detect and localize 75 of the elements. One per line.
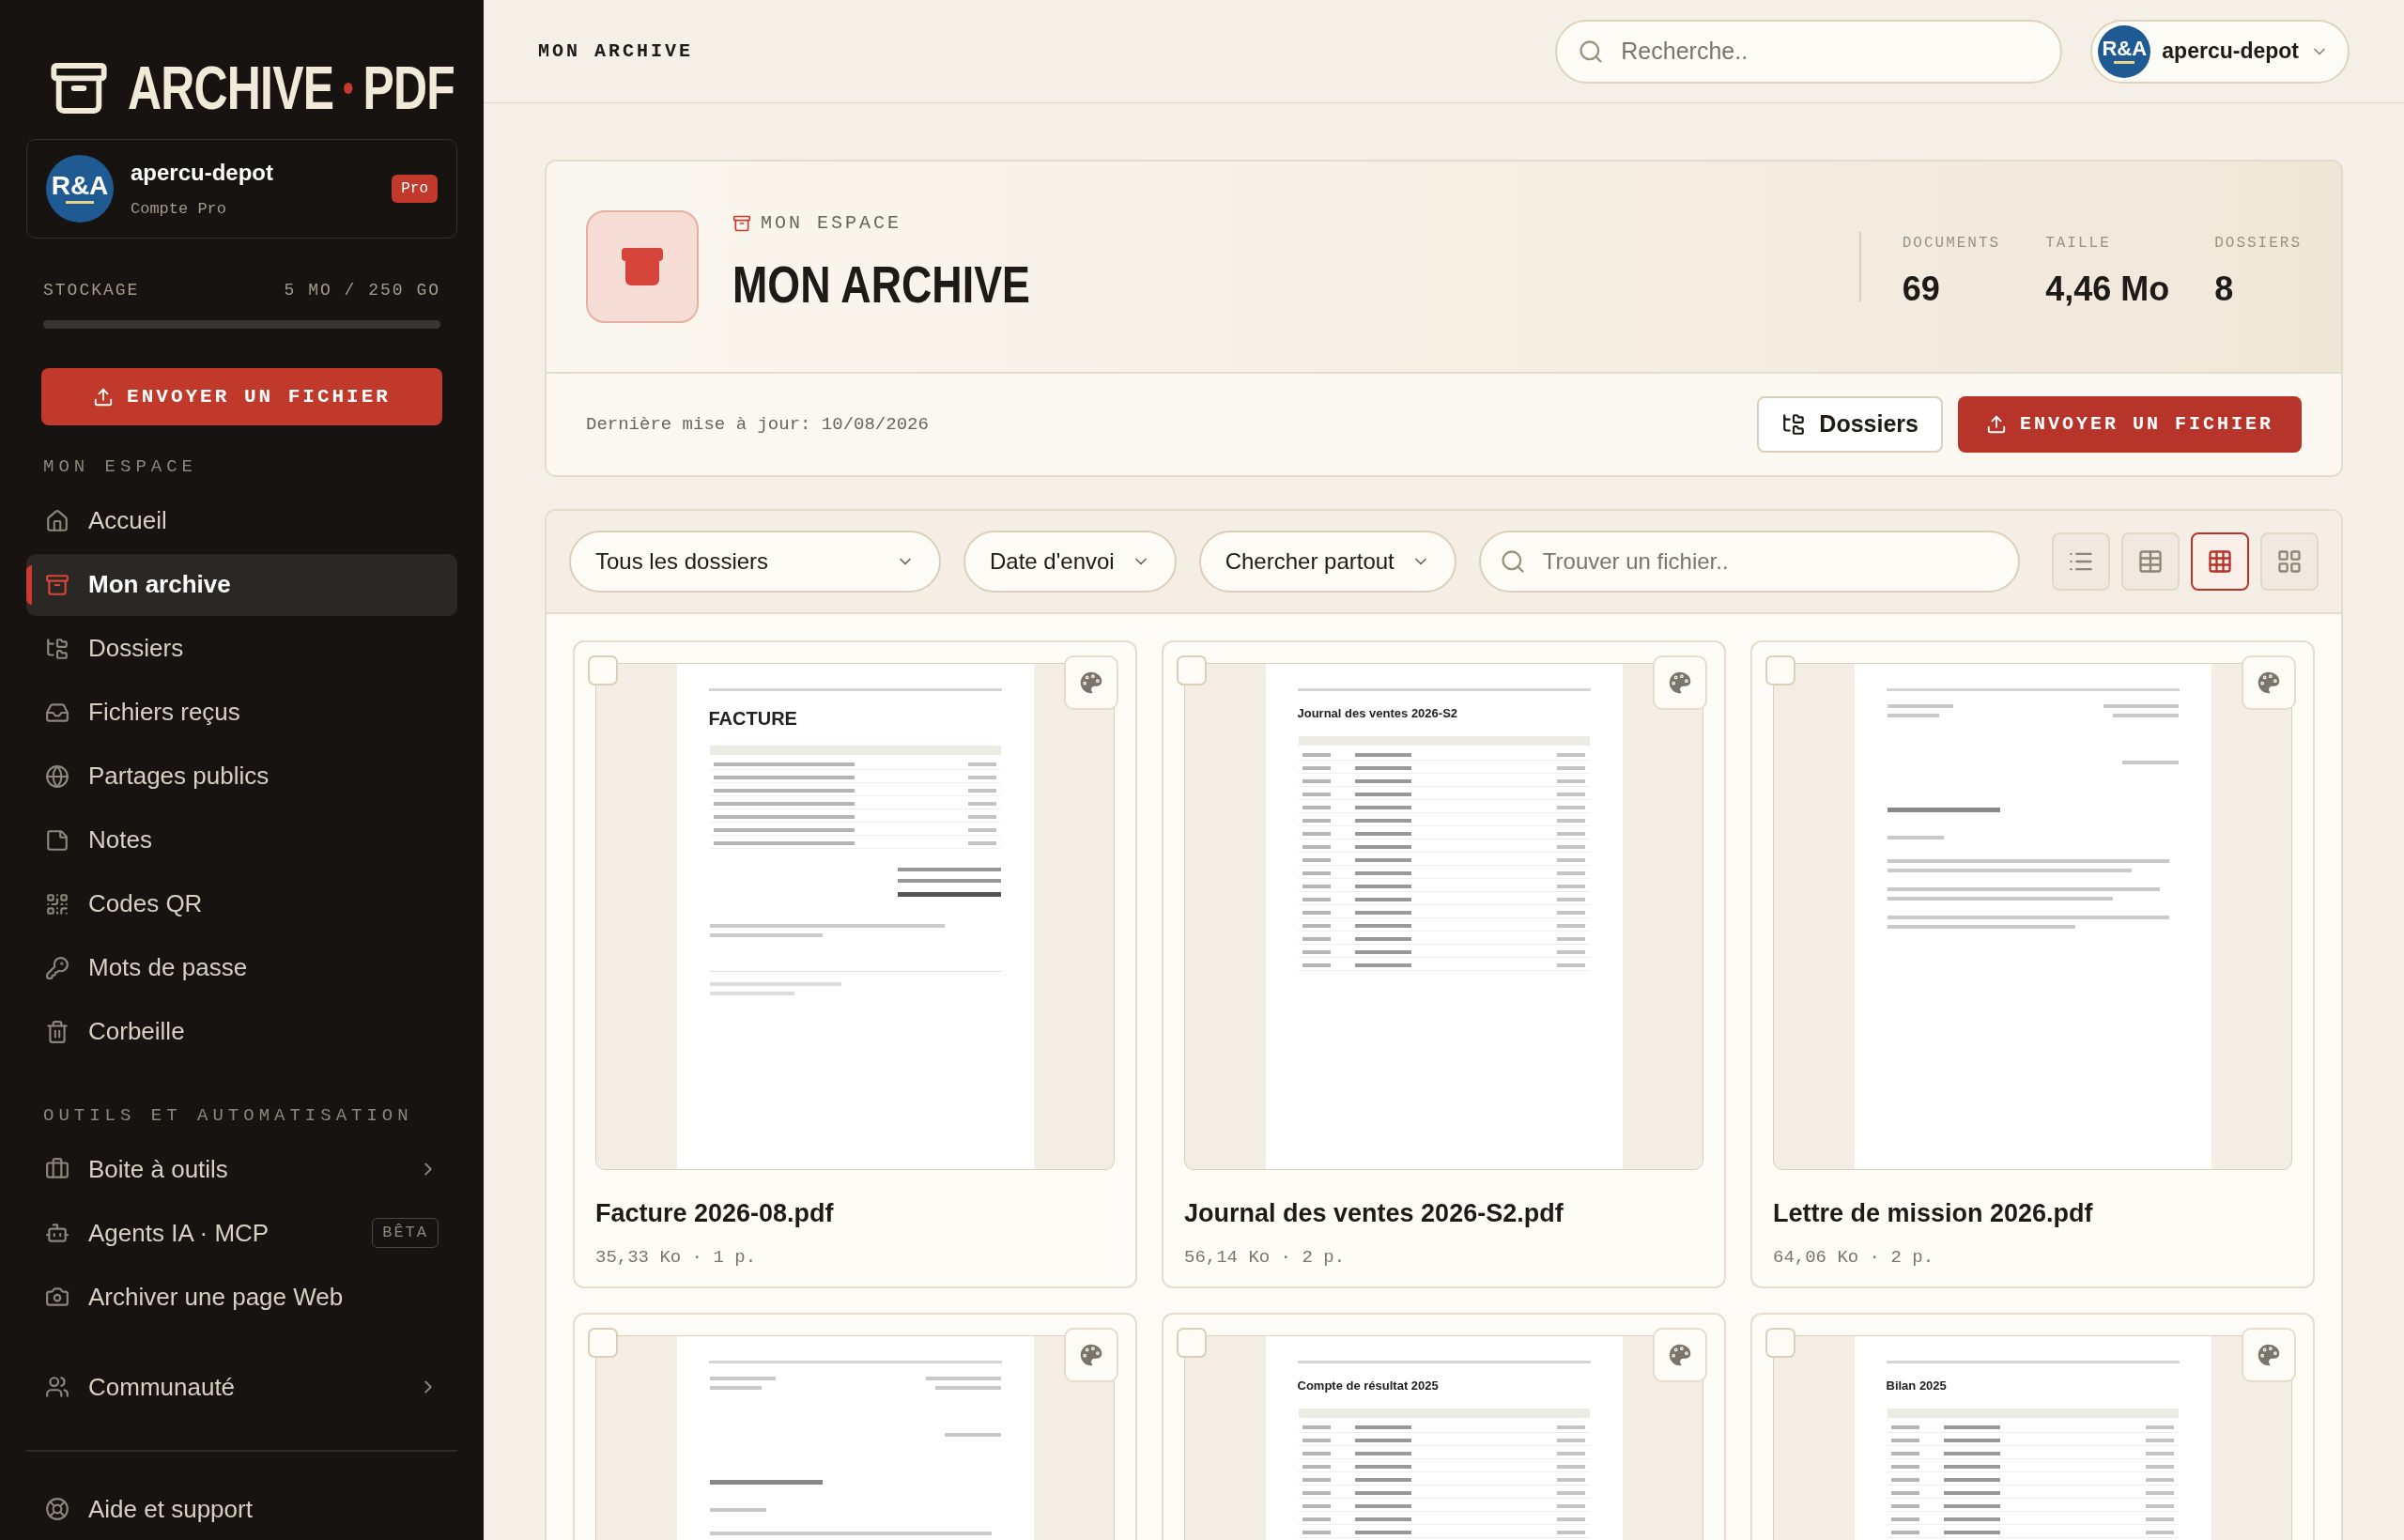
nav-item[interactable]: Mon archive: [26, 553, 457, 616]
brand-name: ARCHIVE PDF: [128, 54, 455, 124]
nav-label: Boite à outils: [88, 1153, 229, 1185]
file-meta: 35,33 Ko · 1 p.: [595, 1245, 758, 1270]
file-meta: 64,06 Ko · 2 p.: [1773, 1245, 1935, 1270]
stat-label: DOCUMENTS: [1902, 234, 2001, 254]
file-card[interactable]: Compte de résultat 2025: [1162, 1313, 1726, 1540]
page-title: MON ARCHIVE: [732, 254, 1031, 316]
file-meta: 56,14 Ko · 2 p.: [1184, 1245, 1347, 1270]
filter-dropdown[interactable]: Chercher partout: [1198, 531, 1456, 593]
eyebrow-label: MON ESPACE: [761, 211, 902, 236]
last-updated: Dernière mise à jour: 10/08/2026: [586, 412, 930, 437]
nav-item[interactable]: Mots de passe: [26, 936, 457, 999]
stat-value: 8: [2214, 269, 2235, 310]
nav-label: Corbeille: [88, 1016, 186, 1048]
stat-value: 4,46 Mo: [2045, 269, 2170, 310]
preview-title: Compte de résultat 2025: [1297, 1378, 1440, 1394]
nav-item[interactable]: Dossiers: [26, 617, 457, 680]
file-search-field[interactable]: Trouver un fichier..: [1478, 531, 2020, 593]
nav-label: Codes QR: [88, 888, 204, 920]
nav-label: Mots de passe: [88, 952, 249, 984]
nav-label: Partages publics: [88, 761, 270, 793]
nav-item[interactable]: Boite à outils: [26, 1138, 457, 1201]
nav-label: Agents IA · MCP: [88, 1217, 270, 1249]
storage-reading: 5 MO / 250 GO: [284, 279, 440, 301]
nav-item[interactable]: Aide et support: [26, 1478, 457, 1540]
nav-item[interactable]: Accueil: [26, 489, 457, 552]
account-card[interactable]: R&A apercu-depot Compte Pro Pro: [26, 139, 457, 239]
file-name: Lettre de mission 2026.pdf: [1773, 1198, 2094, 1229]
preview-title: FACTURE: [708, 707, 798, 731]
stat-value: 69: [1902, 269, 1941, 310]
account-plan: Compte Pro: [131, 199, 228, 221]
nav-label: Aide et support: [88, 1493, 254, 1525]
stat-label: TAILLE: [2045, 234, 2112, 254]
preview-title: Journal des ventes 2026-S2: [1297, 705, 1459, 722]
file-card[interactable]: FACTURE Facture 2026-08.pdf 35,33 Ko · 1 p.: [573, 640, 1137, 1288]
nav-item[interactable]: Archiver une page Web: [26, 1266, 457, 1329]
nav-label: Mon archive: [88, 569, 232, 601]
file-card[interactable]: Lettre de mission 2026.pdf 64,06 Ko · 2 p.: [1750, 640, 2315, 1288]
file-name: Facture 2026-08.pdf: [595, 1198, 835, 1229]
avatar-initials: R&A: [51, 173, 109, 200]
user-name: apercu-depot: [2162, 38, 2299, 66]
nav-label: Communauté: [88, 1371, 237, 1403]
stat-label: DOSSIERS: [2214, 234, 2302, 254]
nav-item[interactable]: Fichiers reçus: [26, 681, 457, 744]
file-card[interactable]: Journal des ventes 2026-S2 Journal des ventes 2026-S2.pdf 56,14 Ko · 2 p.: [1162, 640, 1726, 1288]
avatar-initials: R&A: [2102, 38, 2148, 59]
nav-item[interactable]: Notes: [26, 808, 457, 871]
nav-label: Notes: [88, 824, 153, 856]
nav-item[interactable]: Corbeille: [26, 1000, 457, 1063]
folders-button[interactable]: Dossiers: [1757, 396, 1943, 453]
nav-item[interactable]: Partages publics: [26, 745, 457, 808]
filter-dropdown[interactable]: Tous les dossiers: [569, 531, 941, 593]
upload-button[interactable]: ENVOYER UN FICHIER: [41, 368, 442, 426]
file-card[interactable]: Bilan 2025: [1750, 1313, 2315, 1540]
nav-label: Dossiers: [88, 633, 185, 665]
upload-button[interactable]: ENVOYER UN FICHIER: [1957, 396, 2302, 453]
preview-title: Bilan 2025: [1886, 1378, 1948, 1394]
nav-label: Fichiers reçus: [88, 697, 241, 729]
filter-dropdown[interactable]: Date d'envoi: [963, 531, 1177, 593]
nav-item[interactable]: Agents IA · MCP BÊTA: [26, 1202, 457, 1265]
breadcrumb: MON ARCHIVE: [538, 38, 695, 64]
account-name: apercu-depot: [131, 159, 274, 188]
nav-item[interactable]: Communauté: [26, 1356, 457, 1419]
nav-item[interactable]: Codes QR: [26, 872, 457, 935]
section-heading: MON ESPACE: [43, 455, 199, 480]
user-menu[interactable]: R&A apercu-depot: [2090, 19, 2350, 84]
nav-label: Archiver une page Web: [88, 1281, 345, 1313]
beta-badge: BÊTA: [372, 1218, 439, 1248]
search-field[interactable]: Recherche..: [1555, 19, 2063, 84]
section-heading: OUTILS ET AUTOMATISATION: [43, 1103, 414, 1128]
plan-badge: Pro: [392, 174, 438, 203]
nav-label: Accueil: [88, 505, 168, 537]
storage-label: STOCKAGE: [43, 279, 140, 301]
file-name: Journal des ventes 2026-S2.pdf: [1184, 1198, 1564, 1229]
